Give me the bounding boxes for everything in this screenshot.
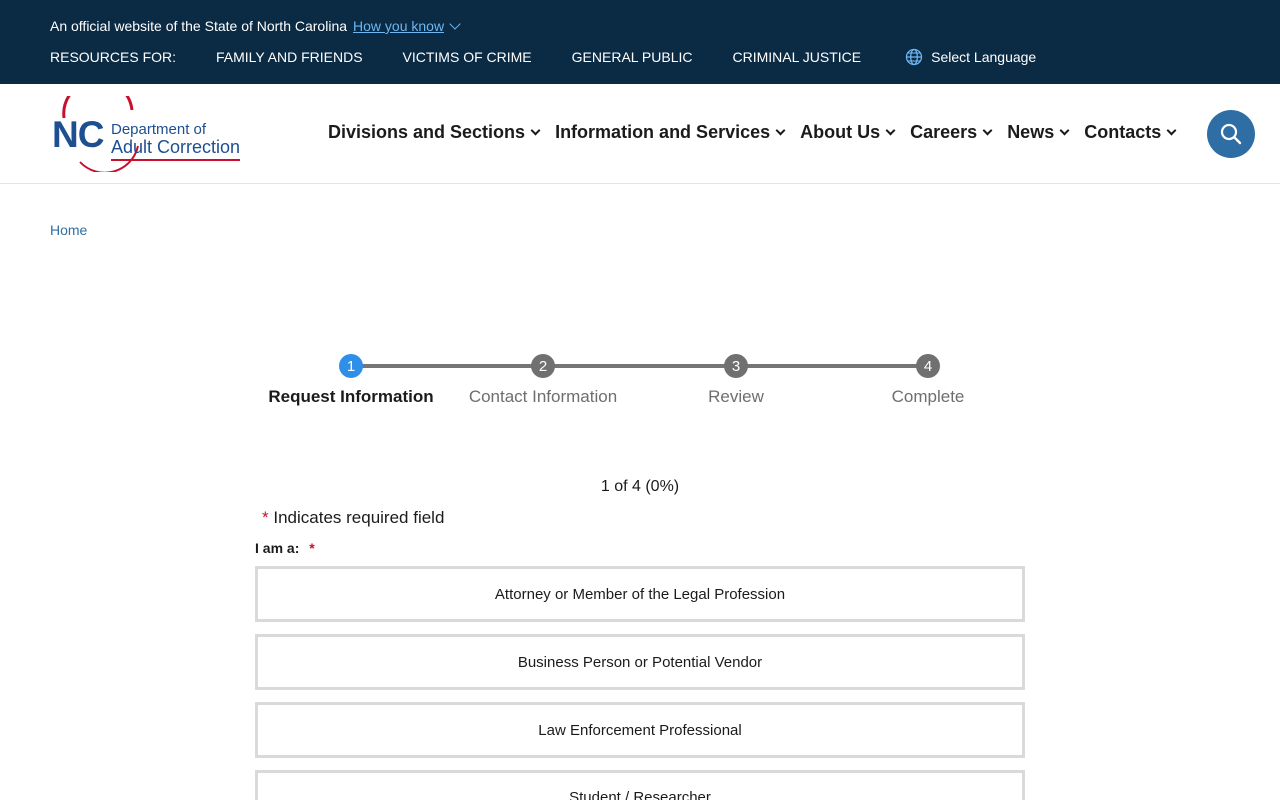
- nav-information-and-services[interactable]: Information and Services: [555, 122, 786, 143]
- option-business-person-vendor[interactable]: Business Person or Potential Vendor: [255, 634, 1025, 690]
- chevron-down-icon: [775, 125, 786, 136]
- step-connector: [351, 364, 543, 368]
- globe-icon: [905, 48, 923, 66]
- step-1-label: Request Information: [268, 387, 434, 406]
- step-3-indicator: 3: [724, 354, 748, 378]
- chevron-down-icon: [530, 125, 541, 136]
- resources-label: RESOURCES FOR:: [50, 49, 177, 65]
- nav-careers[interactable]: Careers: [910, 122, 993, 143]
- resource-link-general-public[interactable]: GENERAL PUBLIC: [572, 49, 693, 65]
- official-text: An official website of the State of Nort…: [50, 18, 348, 34]
- nc-dac-logo[interactable]: NC Department of Adult Correction: [50, 96, 245, 172]
- logo-underline: [111, 159, 240, 161]
- nav-divisions-and-sections[interactable]: Divisions and Sections: [328, 122, 541, 143]
- resources-bar: RESOURCES FOR: FAMILY AND FRIENDS VICTIM…: [50, 48, 1036, 66]
- site-header: NC Department of Adult Correction Divisi…: [0, 84, 1280, 184]
- nav-contacts[interactable]: Contacts: [1084, 122, 1177, 143]
- resource-link-victims-of-crime[interactable]: VICTIMS OF CRIME: [403, 49, 532, 65]
- logo-abbr: NC: [52, 114, 104, 155]
- main-nav: Divisions and Sections Information and S…: [328, 122, 1191, 143]
- chevron-down-icon: [449, 17, 461, 30]
- chevron-down-icon: [982, 125, 993, 136]
- logo-line-2: Adult Correction: [111, 137, 241, 157]
- resource-link-criminal-justice[interactable]: CRIMINAL JUSTICE: [733, 49, 862, 65]
- step-4-label: Complete: [891, 387, 965, 406]
- step-connector: [543, 364, 736, 368]
- select-language-label: Select Language: [931, 49, 1037, 65]
- required-asterisk: *: [309, 540, 315, 556]
- step-1-indicator: 1: [339, 354, 363, 378]
- i-am-a-text: I am a:: [255, 540, 300, 556]
- option-student-researcher[interactable]: Student / Researcher: [255, 770, 1025, 800]
- nav-label: Careers: [910, 122, 978, 142]
- i-am-a-label: I am a: *: [255, 540, 315, 556]
- step-4-indicator: 4: [916, 354, 940, 378]
- form-progress-steps: 1 2 3 4 Request Information Contact Info…: [255, 352, 1025, 412]
- logo-line-1: Department of: [111, 121, 207, 138]
- step-3-label: Review: [708, 387, 764, 406]
- nav-about-us[interactable]: About Us: [800, 122, 896, 143]
- chevron-down-icon: [1059, 125, 1070, 136]
- step-2-indicator: 2: [531, 354, 555, 378]
- required-field-note: * Indicates required field: [262, 508, 444, 528]
- chevron-down-icon: [885, 125, 896, 136]
- nav-news[interactable]: News: [1007, 122, 1070, 143]
- resource-link-family-and-friends[interactable]: FAMILY AND FRIENDS: [216, 49, 363, 65]
- select-language-button[interactable]: Select Language: [905, 48, 1036, 66]
- official-banner: An official website of the State of Nort…: [0, 0, 1280, 84]
- breadcrumb-home[interactable]: Home: [50, 222, 87, 238]
- nav-label: News: [1007, 122, 1055, 142]
- nav-label: About Us: [800, 122, 881, 142]
- step-2-label: Contact Information: [468, 387, 618, 406]
- option-attorney-legal-profession[interactable]: Attorney or Member of the Legal Professi…: [255, 566, 1025, 622]
- required-asterisk: *: [262, 508, 269, 527]
- official-notice: An official website of the State of Nort…: [50, 17, 461, 34]
- search-icon: [1220, 123, 1242, 145]
- form-progress-text: 1 of 4 (0%): [600, 478, 680, 495]
- search-button[interactable]: [1207, 110, 1255, 158]
- chevron-down-icon: [1166, 125, 1177, 136]
- nav-label: Contacts: [1084, 122, 1162, 142]
- nav-label: Information and Services: [555, 122, 771, 142]
- how-you-know-label: How you know: [353, 18, 445, 34]
- option-law-enforcement-professional[interactable]: Law Enforcement Professional: [255, 702, 1025, 758]
- how-you-know-link[interactable]: How you know: [353, 17, 461, 34]
- step-connector: [736, 364, 928, 368]
- nav-label: Divisions and Sections: [328, 122, 526, 142]
- required-note-text: Indicates required field: [273, 508, 445, 527]
